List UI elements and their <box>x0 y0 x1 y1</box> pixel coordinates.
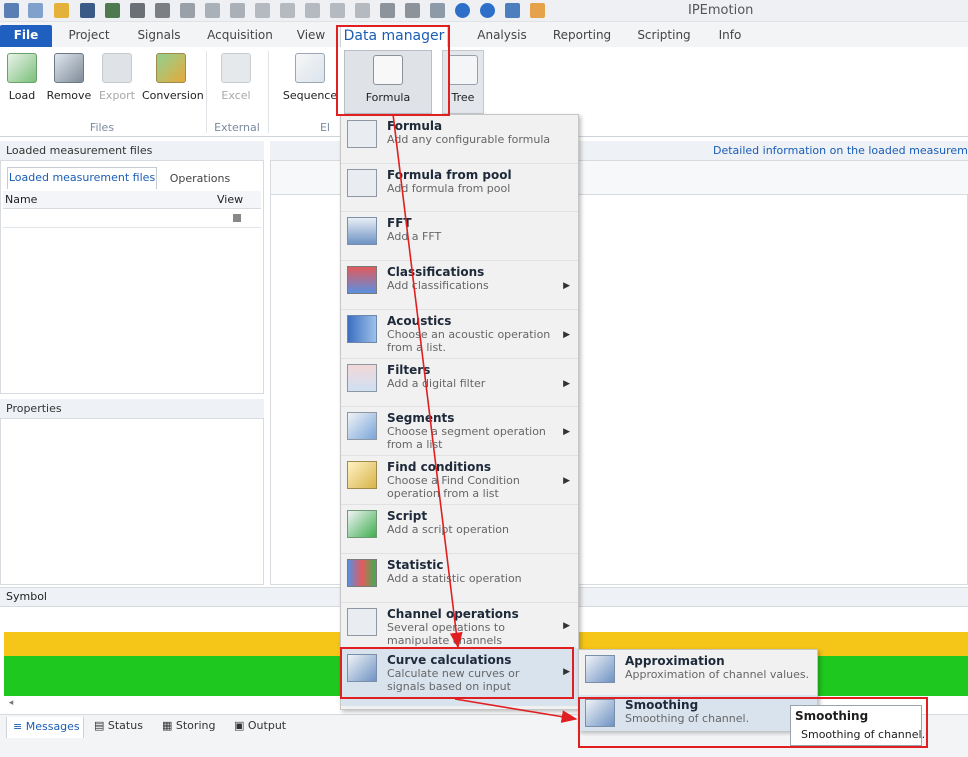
arrow-formula-to-curve <box>392 113 463 649</box>
annotation-arrows <box>392 113 578 723</box>
arrow-curve-to-smoothing <box>454 698 578 723</box>
